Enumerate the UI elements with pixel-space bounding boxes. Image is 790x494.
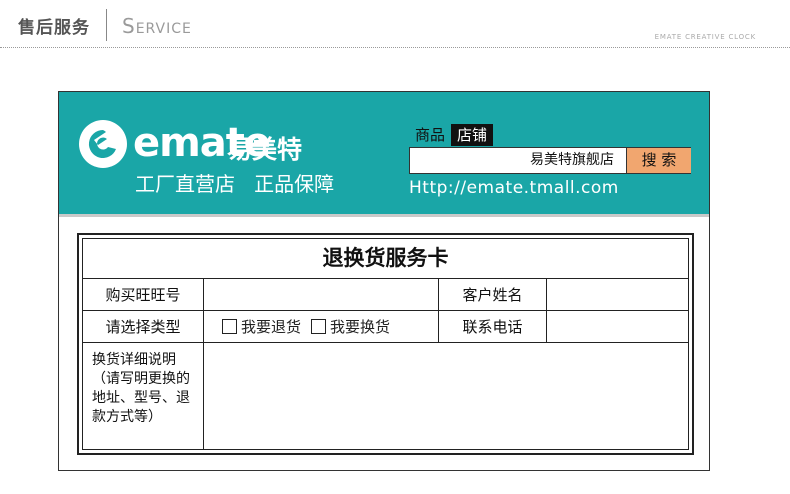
page-title: 售后服务: [18, 18, 90, 38]
description-label: 换货详细说明（请写明更换的地址、型号、退款方式等）: [83, 343, 204, 449]
customer-name-field[interactable]: [547, 279, 692, 310]
emate-logo-icon: [79, 120, 127, 168]
header-divider: [106, 9, 107, 41]
tab-products[interactable]: 商品: [411, 124, 449, 146]
wangwang-field[interactable]: [204, 279, 439, 310]
form-row-type: 请选择类型 我要退货 我要换货 联系电话: [83, 311, 688, 343]
form-title: 退换货服务卡: [83, 239, 688, 279]
banner-shadow: [59, 214, 709, 217]
form-row-buyer: 购买旺旺号 客户姓名: [83, 279, 688, 311]
type-label: 请选择类型: [83, 311, 204, 342]
customer-name-label: 客户姓名: [439, 279, 547, 310]
form-row-description: 换货详细说明（请写明更换的地址、型号、退款方式等）: [83, 343, 688, 449]
option-return-label: 我要退货: [241, 318, 302, 336]
phone-label: 联系电话: [439, 311, 547, 342]
search-input[interactable]: 易美特旗舰店: [410, 148, 624, 173]
page-title-en: Service: [122, 14, 192, 38]
search-box: 易美特旗舰店 搜 索: [409, 147, 691, 174]
option-exchange[interactable]: 我要换货: [311, 316, 390, 337]
store-url[interactable]: Http://emate.tmall.com: [409, 178, 619, 198]
wangwang-label: 购买旺旺号: [83, 279, 204, 310]
search-button[interactable]: 搜 索: [626, 148, 691, 173]
return-checkbox[interactable]: [222, 319, 237, 334]
service-card: emate 易美特 工厂直营店 正品保障 商品 店铺 易美特旗舰店 搜 索 Htt…: [58, 91, 710, 471]
option-exchange-label: 我要换货: [330, 318, 391, 336]
brand-slogan: 工厂直营店 正品保障: [135, 172, 335, 196]
tab-store[interactable]: 店铺: [451, 124, 494, 146]
return-form: 退换货服务卡 购买旺旺号 客户姓名 请选择类型 我要退货 我要换货 联系电话 换…: [77, 233, 694, 455]
phone-field[interactable]: [547, 311, 692, 342]
option-return[interactable]: 我要退货: [222, 316, 301, 337]
page-subtitle: EMATE CREATIVE CLOCK: [654, 33, 756, 41]
return-form-inner: 退换货服务卡 购买旺旺号 客户姓名 请选择类型 我要退货 我要换货 联系电话 换…: [82, 238, 689, 450]
description-field[interactable]: [204, 343, 688, 449]
brand-name-cn: 易美特: [227, 135, 303, 164]
brand-banner: emate 易美特 工厂直营店 正品保障 商品 店铺 易美特旗舰店 搜 索 Htt…: [59, 92, 709, 214]
header-dotted-divider: [0, 47, 790, 48]
type-options: 我要退货 我要换货: [204, 311, 439, 342]
search-tabs: 商品 店铺: [411, 124, 495, 146]
exchange-checkbox[interactable]: [311, 319, 327, 334]
